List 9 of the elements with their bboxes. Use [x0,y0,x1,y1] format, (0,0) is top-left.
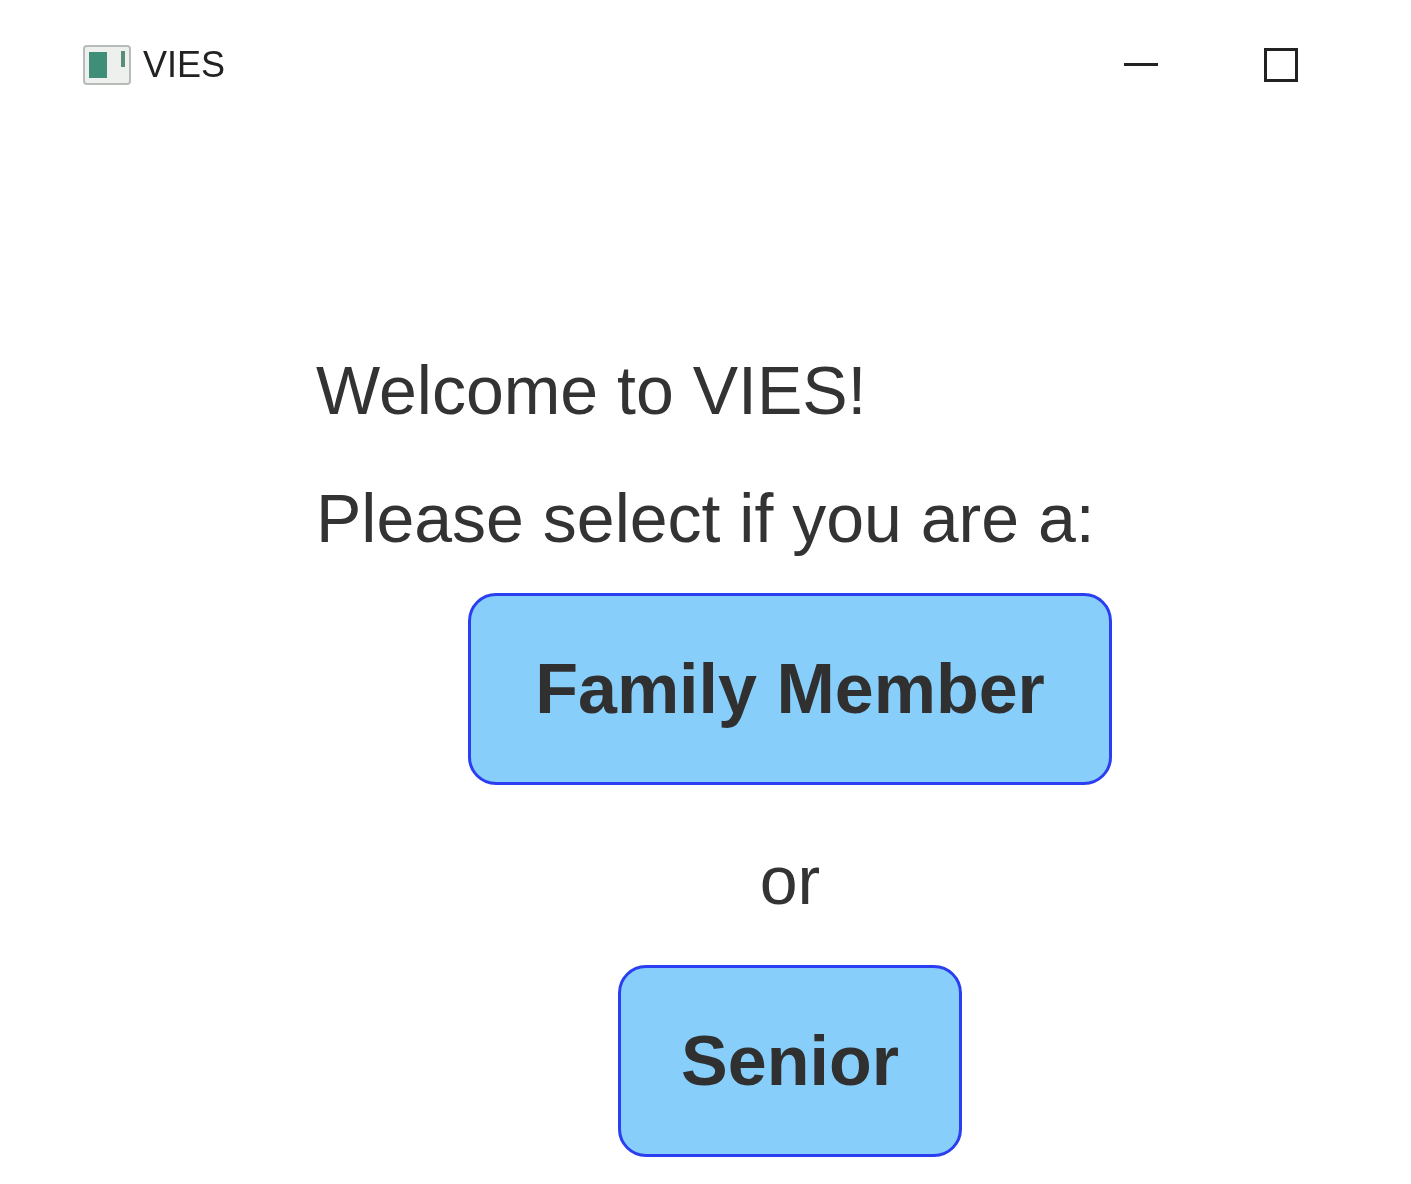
role-button[interactable]: Family Member [468,593,1112,785]
role-button[interactable]: Senior [618,965,962,1157]
minimize-icon [1124,63,1158,67]
welcome-heading: Welcome to VIES! [316,351,868,430]
maximize-icon [1264,48,1298,82]
separator-text: or [759,841,821,920]
prompt-text: Please select if you are a: [316,479,1096,558]
window-title: VIES [143,43,226,87]
app-icon [83,45,131,85]
